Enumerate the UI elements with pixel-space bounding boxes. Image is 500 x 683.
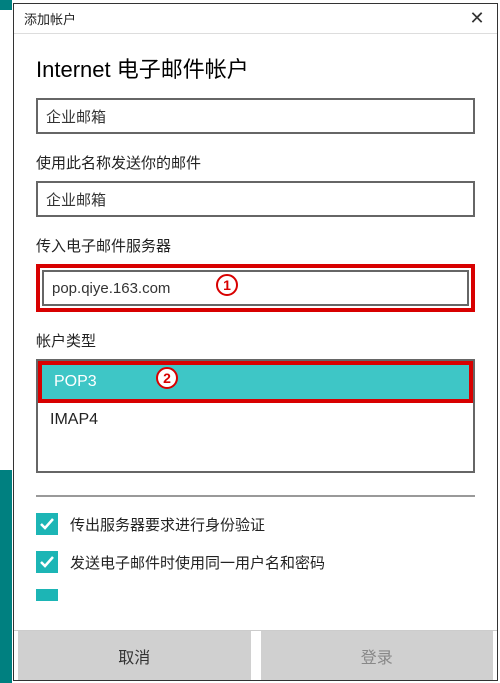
send-name-label: 使用此名称发送你的邮件 xyxy=(36,152,475,173)
titlebar-title: 添加帐户 xyxy=(24,9,76,28)
close-icon[interactable]: ✕ xyxy=(465,8,489,29)
checkbox-row-auth[interactable]: 传出服务器要求进行身份验证 xyxy=(36,513,475,535)
checkbox-checked-icon xyxy=(36,551,58,573)
checkbox-row-same-credentials[interactable]: 发送电子邮件时使用同一用户名和密码 xyxy=(36,551,475,573)
page-heading: Internet 电子邮件帐户 xyxy=(36,52,475,84)
checkbox-checked-icon xyxy=(36,513,58,535)
send-name-input[interactable] xyxy=(36,181,475,217)
checkbox-label-same: 发送电子邮件时使用同一用户名和密码 xyxy=(70,552,325,573)
account-type-dropdown[interactable]: POP3 IMAP4 xyxy=(36,359,475,473)
type-option-imap4[interactable]: IMAP4 xyxy=(38,403,473,437)
add-account-dialog: 添加帐户 ✕ Internet 电子邮件帐户 使用此名称发送你的邮件 传入电子邮… xyxy=(13,3,498,681)
checkbox-label-auth: 传出服务器要求进行身份验证 xyxy=(70,514,265,535)
button-bar: 取消 登录 xyxy=(14,630,497,680)
account-name-input[interactable] xyxy=(36,98,475,134)
marker-1-icon: 1 xyxy=(216,274,238,296)
login-button[interactable]: 登录 xyxy=(261,631,494,680)
checkbox-row-cutoff[interactable] xyxy=(36,589,475,601)
highlight-box-2: POP3 xyxy=(38,361,473,403)
incoming-server-label: 传入电子邮件服务器 xyxy=(36,235,475,256)
account-type-label: 帐户类型 xyxy=(36,330,475,351)
divider xyxy=(36,495,475,497)
type-empty-row xyxy=(38,437,473,471)
marker-2-icon: 2 xyxy=(156,367,178,389)
titlebar: 添加帐户 ✕ xyxy=(14,4,497,34)
incoming-server-input[interactable] xyxy=(42,270,469,306)
dialog-content: Internet 电子邮件帐户 使用此名称发送你的邮件 传入电子邮件服务器 1 … xyxy=(14,34,497,601)
cancel-button[interactable]: 取消 xyxy=(18,631,251,680)
type-option-pop3[interactable]: POP3 xyxy=(42,365,469,399)
checkbox-checked-icon xyxy=(36,589,58,601)
highlight-box-1 xyxy=(36,264,475,312)
